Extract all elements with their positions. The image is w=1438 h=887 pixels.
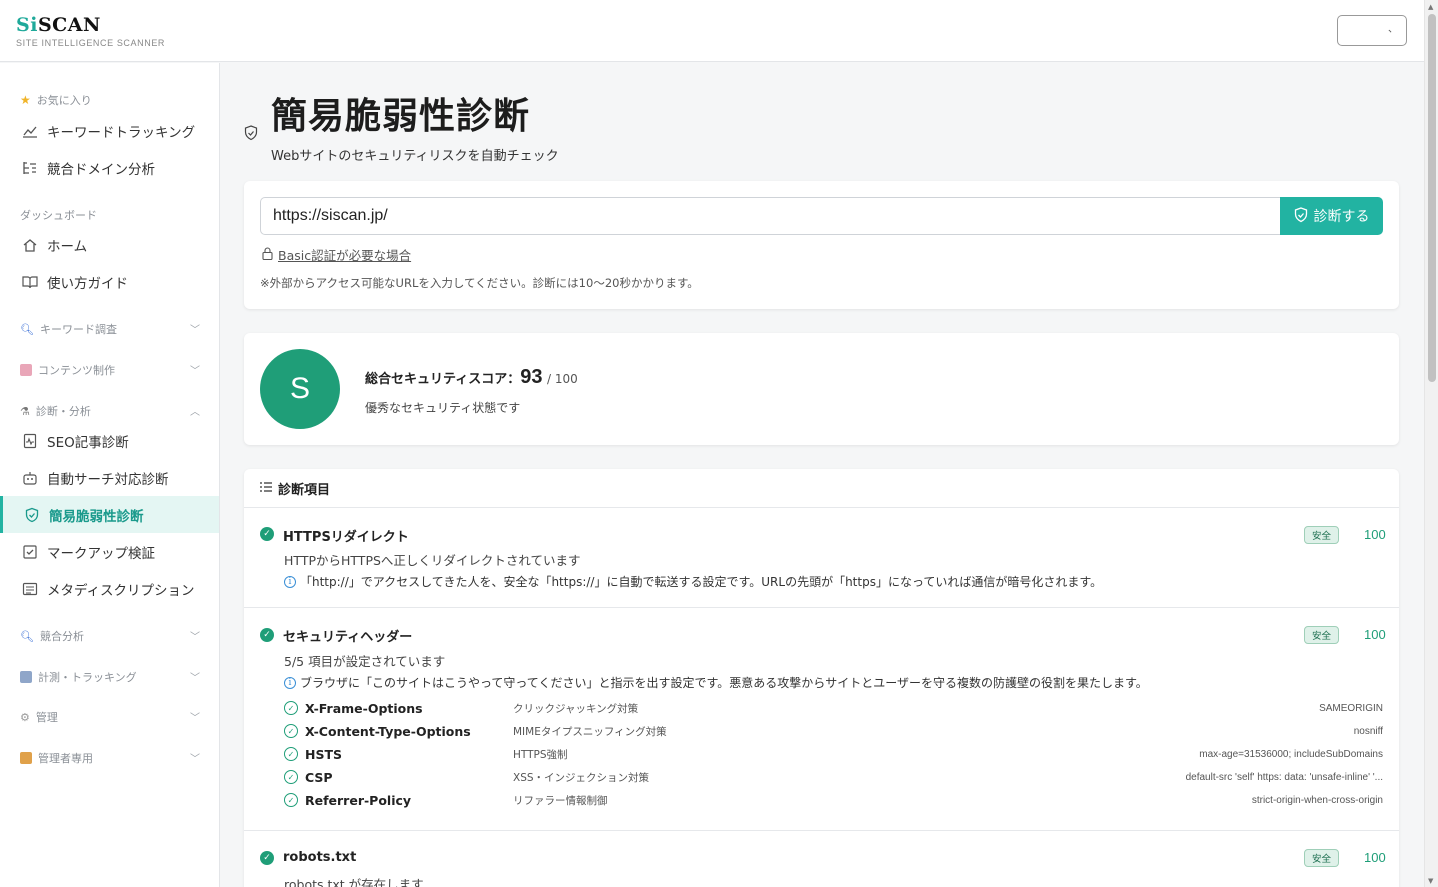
magnifier-icon: 🔍︎ <box>20 322 34 336</box>
group-content-creation[interactable]: コンテンツ制作 ﹀ <box>20 362 200 378</box>
diagnose-button[interactable]: 診断する <box>1280 197 1383 235</box>
score-card: S 総合セキュリティスコア：93 / 100 優秀なセキュリティ状態です <box>244 333 1399 445</box>
check-circle-icon: ✓ <box>260 527 274 541</box>
list-icon <box>260 481 272 496</box>
sidebar-item-auto-search[interactable]: 自動サーチ対応診断 <box>0 459 219 496</box>
input-note: ※外部からアクセス可能なURLを入力してください。診断には10〜20秒かかります… <box>260 276 699 290</box>
lock-icon <box>20 752 32 764</box>
bar-chart-icon <box>20 671 32 683</box>
pencil-icon <box>20 364 32 376</box>
item-info: i ブラウザに「このサイトはこうやって守ってください」と指示を出す設定です。悪意… <box>284 674 1148 691</box>
status-badge: 安全 <box>1304 626 1339 644</box>
url-input[interactable] <box>260 197 1281 235</box>
check-list-card: 診断項目 ✓ HTTPSリダイレクト 安全 100 HTTPからHTTPSへ正し… <box>244 469 1399 887</box>
dashboard-section-label: ダッシュボード <box>20 209 97 222</box>
header-row: ✓ Referrer-Policy リファラー情報制御 strict-origi… <box>284 790 1383 810</box>
check-circle-icon: ✓ <box>260 628 274 642</box>
scroll-up-arrow-icon[interactable]: ▲ <box>1428 3 1433 11</box>
sidebar-item-guide[interactable]: 使い方ガイド <box>0 263 219 300</box>
group-competitor[interactable]: 🔍︎ 競合分析 ﹀ <box>20 628 200 644</box>
sidebar-item-seo-article[interactable]: SEO記事診断 <box>0 422 219 459</box>
book-icon <box>21 273 39 291</box>
check-outline-icon: ✓ <box>284 770 298 784</box>
document-pulse-icon <box>21 432 39 450</box>
sidebar-item-meta-description[interactable]: メタディスクリプション <box>0 570 219 607</box>
favorites-section-label: ★ お気に入り <box>20 93 92 107</box>
status-badge: 安全 <box>1304 526 1339 544</box>
item-points: 100 <box>1364 627 1386 642</box>
url-form-card: 診断する Basic認証が必要な場合 ※外部からアクセス可能なURLを入力してく… <box>244 181 1399 309</box>
item-points: 100 <box>1364 850 1386 865</box>
chevron-down-icon: ﹀ <box>190 632 200 643</box>
item-info: i 「http://」でアクセスしてきた人を、安全な「https://」に自動で… <box>284 573 1102 590</box>
robot-icon <box>21 469 39 487</box>
check-item-robots: ✓ robots.txt 安全 100 robots.txt が存在します <box>244 831 1399 887</box>
chevron-down-icon: ﹀ <box>190 713 200 724</box>
grade-badge: S <box>260 349 340 429</box>
magnifier-icon: 🔍︎ <box>20 629 34 643</box>
user-menu-button[interactable]: 、 <box>1337 15 1407 46</box>
logo-text: SiSCAN <box>16 14 101 36</box>
check-circle-icon: ✓ <box>260 851 274 865</box>
check-list-header: 診断項目 <box>244 469 1399 508</box>
group-keyword-research[interactable]: 🔍︎ キーワード調査 ﹀ <box>20 321 200 337</box>
header-row: ✓ X-Frame-Options クリックジャッキング対策 SAMEORIGI… <box>284 698 1383 718</box>
chevron-down-icon: ﹀ <box>190 366 200 377</box>
checkbox-icon <box>21 543 39 561</box>
sidebar-item-markup[interactable]: マークアップ検証 <box>0 533 219 570</box>
logo-subtitle: SITE INTELLIGENCE SCANNER <box>16 38 166 48</box>
item-points: 100 <box>1364 527 1386 542</box>
scroll-down-arrow-icon[interactable]: ▼ <box>1428 877 1433 885</box>
microscope-icon: ⚗ <box>20 404 30 418</box>
trend-chart-icon <box>21 122 39 140</box>
shield-check-icon <box>23 506 41 524</box>
check-item-security-headers: ✓ セキュリティヘッダー 安全 100 5/5 項目が設定されています i ブラ… <box>244 608 1399 831</box>
group-admin[interactable]: ⚙ 管理 ﹀ <box>20 709 200 725</box>
header-row: ✓ HSTS HTTPS強制 max-age=31536000; include… <box>284 744 1383 764</box>
page-subtitle: Webサイトのセキュリティリスクを自動チェック <box>271 149 559 164</box>
header-row: ✓ CSP XSS・インジェクション対策 default-src 'self' … <box>284 767 1383 787</box>
lock-icon <box>262 246 273 263</box>
check-item-https: ✓ HTTPSリダイレクト 安全 100 HTTPからHTTPSへ正しくリダイレ… <box>244 508 1399 608</box>
header-row: ✓ X-Content-Type-Options MIMEタイプスニッフィング対… <box>284 721 1383 741</box>
star-icon: ★ <box>20 93 31 107</box>
sidebar: ★ お気に入り キーワードトラッキング 競合ドメイン分析 ダッシュボード ホーム… <box>0 63 220 887</box>
group-diagnosis[interactable]: ⚗ 診断・分析 ︿ <box>20 403 200 419</box>
check-outline-icon: ✓ <box>284 724 298 738</box>
list-tree-icon <box>21 159 39 177</box>
page-title: 簡易脆弱性診断 <box>271 96 531 137</box>
info-icon: i <box>284 575 296 588</box>
sidebar-item-home[interactable]: ホーム <box>0 226 219 263</box>
group-superadmin[interactable]: 管理者専用 ﹀ <box>20 750 200 766</box>
check-outline-icon: ✓ <box>284 701 298 715</box>
status-badge: 安全 <box>1304 849 1339 867</box>
sidebar-item-competitor-domain[interactable]: 競合ドメイン分析 <box>0 149 219 186</box>
main-content: 簡易脆弱性診断 Webサイトのセキュリティリスクを自動チェック 診断する Bas… <box>220 63 1424 887</box>
check-outline-icon: ✓ <box>284 747 298 761</box>
sidebar-item-keyword-tracking[interactable]: キーワードトラッキング <box>0 112 219 149</box>
text-box-icon <box>21 580 39 598</box>
gear-icon: ⚙ <box>20 710 30 724</box>
check-outline-icon: ✓ <box>284 793 298 807</box>
shield-check-icon <box>1294 206 1308 226</box>
total-score: 総合セキュリティスコア：93 / 100 <box>365 366 578 388</box>
logo[interactable]: SiSCAN SITE INTELLIGENCE SCANNER <box>16 14 165 48</box>
basic-auth-link[interactable]: Basic認証が必要な場合 <box>262 245 411 264</box>
info-icon: i <box>284 676 296 689</box>
chevron-down-icon: ﹀ <box>190 673 200 684</box>
scrollbar-thumb[interactable] <box>1428 14 1436 382</box>
chevron-down-icon: ﹀ <box>190 325 200 336</box>
sidebar-item-vulnerability[interactable]: 簡易脆弱性診断 <box>0 496 219 533</box>
shield-icon <box>244 125 258 145</box>
scrollbar[interactable]: ▲ ▼ <box>1424 0 1438 887</box>
chevron-down-icon: ﹀ <box>190 754 200 765</box>
chevron-up-icon: ︿ <box>190 407 200 418</box>
score-message: 優秀なセキュリティ状態です <box>365 401 521 415</box>
top-bar: SiSCAN SITE INTELLIGENCE SCANNER 、 <box>0 0 1424 62</box>
home-icon <box>21 236 39 254</box>
group-tracking[interactable]: 計測・トラッキング ﹀ <box>20 669 200 685</box>
